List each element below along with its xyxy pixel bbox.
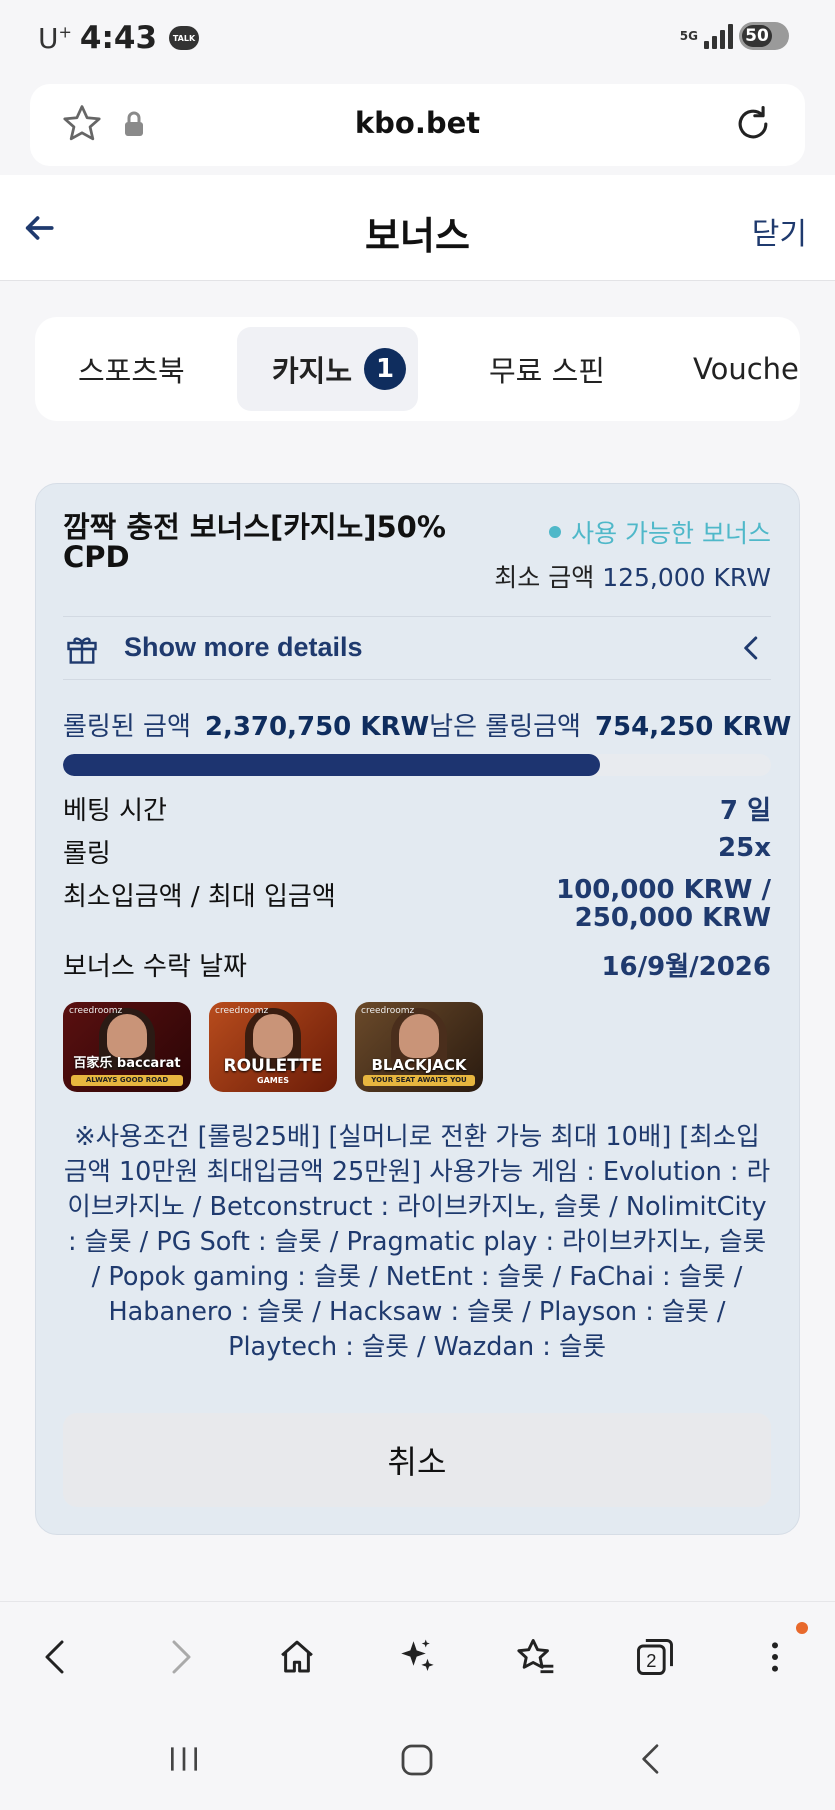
status-badge: 사용 가능한 보너스: [549, 514, 771, 550]
bonus-card: 깜짝 충전 보너스[카지노]50% CPD 사용 가능한 보너스 최소 금액 1…: [35, 483, 800, 1535]
bonus-tabs: 스포츠북 카지노 1 무료 스핀 Vouche: [35, 317, 800, 421]
bookmarks-icon[interactable]: [510, 1632, 560, 1682]
show-more-details[interactable]: Show more details: [63, 616, 771, 680]
status-dot-icon: [549, 526, 562, 538]
remaining-value: 754,250 KRW: [594, 712, 792, 742]
remaining-label: 남은 롤링금액: [429, 712, 581, 742]
rolling-progress-fill: [63, 754, 601, 776]
tab-voucher[interactable]: Vouche: [693, 327, 799, 411]
back-nav-icon[interactable]: [632, 1739, 672, 1783]
tab-count: 2: [646, 1650, 656, 1671]
talk-icon: TALK: [169, 26, 200, 50]
tab-sportsbook[interactable]: 스포츠북: [78, 327, 185, 411]
details-label: Show more details: [124, 632, 363, 662]
recent-apps-icon[interactable]: [164, 1739, 204, 1783]
bonus-title: 깜짝 충전 보너스[카지노]50% CPD: [63, 510, 446, 574]
tab-casino[interactable]: 카지노 1: [237, 327, 418, 411]
reload-icon[interactable]: [731, 102, 775, 150]
home-nav-icon[interactable]: [396, 1739, 438, 1785]
clock: 4:43: [79, 20, 158, 56]
close-button[interactable]: 닫기: [752, 209, 807, 253]
bonus-terms: ※사용조건 [롤링25배] [실머니로 전환 가능 최대 10배] [최소입금액…: [63, 1122, 771, 1362]
home-icon[interactable]: [272, 1632, 322, 1682]
game-thumbnails: creedroomz 百家乐 baccarat ALWAYS GOOD ROAD…: [63, 1002, 483, 1092]
rolled-value: 2,370,750 KRW: [204, 712, 430, 742]
status-bar: U+ 4:43 TALK 5G 50: [0, 0, 835, 78]
more-menu-icon[interactable]: [750, 1632, 800, 1682]
signal-icon: [704, 23, 733, 49]
cancel-button[interactable]: 취소: [63, 1413, 771, 1507]
carrier: U+: [38, 21, 72, 55]
page-header: 보너스 닫기: [0, 175, 835, 281]
notification-dot: [796, 1622, 808, 1634]
page-title: 보너스: [365, 214, 470, 258]
sparkle-icon[interactable]: [392, 1632, 442, 1682]
rolled-label: 롤링된 금액: [63, 712, 191, 742]
system-nav-bar: [0, 1709, 835, 1810]
game-thumb-blackjack[interactable]: creedroomz BLACKJACK YOUR SEAT AWAITS YO…: [355, 1002, 483, 1092]
game-thumb-roulette[interactable]: creedroomz ROULETTE GAMES: [209, 1002, 337, 1092]
game-thumb-baccarat[interactable]: creedroomz 百家乐 baccarat ALWAYS GOOD ROAD: [63, 1002, 191, 1092]
rolling-summary: 롤링된 금액 2,370,750 KRW 남은 롤링금액 754,250 KRW: [63, 706, 791, 743]
gift-icon: [63, 631, 101, 671]
network-icon: 5G: [679, 29, 698, 43]
url-text[interactable]: kbo.bet: [30, 106, 805, 140]
min-amount: 최소 금액 125,000 KRW: [494, 563, 771, 592]
browser-toolbar: 2: [0, 1601, 835, 1709]
tab-badge: 1: [364, 348, 407, 390]
back-icon[interactable]: [32, 1632, 82, 1682]
url-bar[interactable]: kbo.bet: [30, 84, 805, 166]
tabs-icon[interactable]: 2: [630, 1632, 680, 1682]
forward-icon[interactable]: [154, 1632, 204, 1682]
rolling-progress-bar: [63, 754, 771, 776]
tab-free-spins[interactable]: 무료 스핀: [489, 327, 605, 411]
battery-level: 50: [742, 25, 772, 47]
battery-icon: 50: [739, 22, 789, 50]
chevron-left-icon[interactable]: [737, 633, 767, 667]
